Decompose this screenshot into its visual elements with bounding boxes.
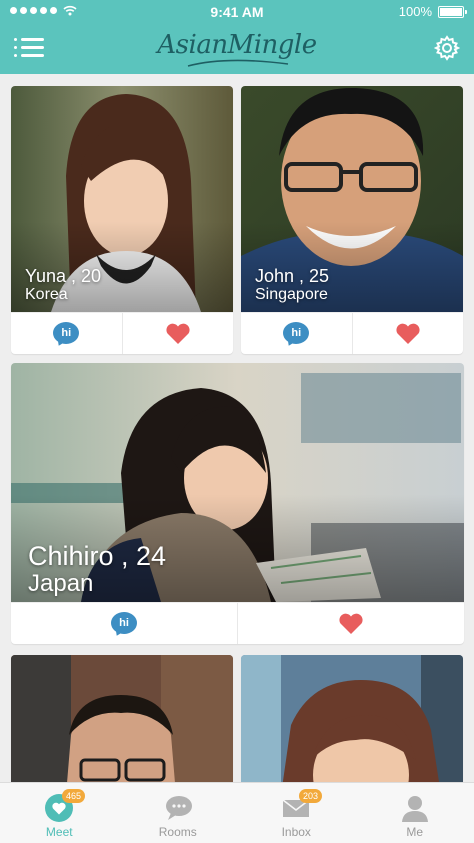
profile-card[interactable] bbox=[11, 655, 233, 795]
like-button[interactable] bbox=[351, 313, 464, 354]
profile-photo-image bbox=[11, 655, 233, 795]
tab-inbox[interactable]: 203 Inbox bbox=[237, 783, 356, 843]
logo-swoosh bbox=[187, 59, 289, 67]
card-actions: hi bbox=[241, 312, 463, 354]
inbox-badge: 203 bbox=[299, 789, 323, 803]
profile-location: Korea bbox=[25, 286, 68, 303]
battery-area: 100% bbox=[398, 4, 467, 19]
say-hi-button[interactable]: hi bbox=[11, 603, 237, 644]
meet-badge: 465 bbox=[62, 789, 86, 803]
card-actions: hi bbox=[11, 312, 233, 354]
hi-icon: hi bbox=[53, 321, 80, 347]
like-button[interactable] bbox=[121, 313, 234, 354]
chat-bubbles-icon bbox=[165, 796, 192, 820]
tab-me[interactable]: Me bbox=[356, 783, 474, 843]
tab-label: Inbox bbox=[281, 825, 311, 839]
heart-icon bbox=[339, 613, 363, 634]
hi-icon: hi bbox=[111, 611, 137, 637]
profile-card[interactable]: Yuna , 20 Korea hi bbox=[11, 86, 233, 354]
tab-meet[interactable]: 465 Meet bbox=[0, 783, 119, 843]
tab-bar: 465 Meet Rooms 203 Inbox Me bbox=[0, 782, 474, 843]
tab-rooms[interactable]: Rooms bbox=[119, 783, 238, 843]
profile-location: Japan bbox=[28, 570, 94, 597]
profile-name: John , 25 bbox=[255, 266, 330, 286]
profile-card[interactable] bbox=[241, 655, 463, 795]
profile-photo[interactable]: John , 25 Singapore bbox=[241, 86, 463, 312]
nav-bar: AsianMingle bbox=[0, 24, 474, 74]
battery-icon bbox=[438, 5, 467, 18]
profile-card[interactable]: John , 25 Singapore hi bbox=[241, 86, 463, 354]
app-logo: AsianMingle bbox=[157, 30, 317, 60]
battery-percent: 100% bbox=[398, 4, 432, 19]
profile-card[interactable]: Chihiro , 24 Japan hi bbox=[11, 363, 464, 644]
status-bar: 9:41 AM 100% bbox=[0, 0, 474, 24]
say-hi-button[interactable]: hi bbox=[241, 313, 352, 354]
tab-label: Me bbox=[406, 825, 424, 839]
like-button[interactable] bbox=[237, 603, 464, 644]
profile-photo[interactable] bbox=[11, 655, 233, 795]
profile-name: Yuna , 20 bbox=[25, 266, 102, 286]
profile-photo[interactable]: Chihiro , 24 Japan bbox=[11, 363, 464, 602]
profile-caption: Yuna , 20 Korea bbox=[25, 266, 101, 304]
tab-label: Meet bbox=[45, 825, 73, 839]
profile-caption: John , 25 Singapore bbox=[255, 266, 329, 304]
card-actions: hi bbox=[11, 602, 464, 644]
profile-location: Singapore bbox=[255, 286, 328, 303]
say-hi-button[interactable]: hi bbox=[11, 313, 122, 354]
profile-photo[interactable]: Yuna , 20 Korea bbox=[11, 86, 233, 312]
user-icon bbox=[401, 796, 428, 822]
gear-icon[interactable] bbox=[434, 35, 460, 61]
profile-photo-image bbox=[241, 655, 463, 795]
heart-icon bbox=[396, 323, 420, 344]
hi-icon: hi bbox=[283, 321, 310, 347]
profile-caption: Chihiro , 24 Japan bbox=[28, 541, 166, 597]
profile-name: Chihiro , 24 bbox=[28, 541, 167, 571]
heart-icon bbox=[166, 323, 190, 344]
profile-photo[interactable] bbox=[241, 655, 463, 795]
tab-label: Rooms bbox=[158, 825, 197, 839]
